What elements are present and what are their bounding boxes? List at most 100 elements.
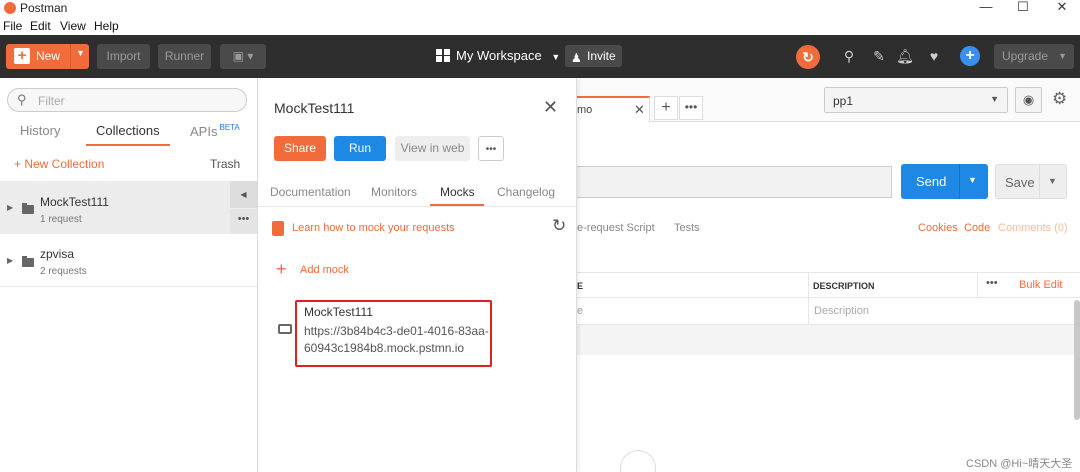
run-button[interactable]: Run (334, 136, 386, 161)
workspace-grid-icon (436, 49, 450, 62)
share-button[interactable]: Share (274, 136, 326, 161)
upgrade-button[interactable]: Upgrade ▼ (994, 44, 1074, 69)
caret-right-icon[interactable]: ▶ (7, 203, 13, 212)
save-label: Save (1005, 175, 1035, 190)
upgrade-label: Upgrade (1002, 49, 1049, 63)
window-titlebar: Postman — ☐ ✕ (0, 0, 1080, 18)
chevron-down-icon: ▼ (1058, 51, 1067, 61)
tab-collections[interactable]: Collections (96, 123, 160, 138)
send-button[interactable]: Send ▼ (901, 164, 988, 199)
chevron-down-icon[interactable]: ▼ (76, 48, 85, 58)
learn-mock-link[interactable]: Learn how to mock your requests (292, 222, 455, 234)
tab-apis[interactable]: APIs BETA (190, 123, 240, 139)
chevron-down-icon[interactable]: ▼ (1048, 176, 1057, 186)
cookies-link[interactable]: Cookies (918, 222, 958, 234)
tab-more-icon[interactable]: ••• (679, 96, 703, 120)
gear-icon[interactable]: ⚙ (1052, 89, 1067, 109)
menu-view[interactable]: View (60, 19, 86, 33)
plus-icon: + (14, 48, 30, 64)
save-button[interactable]: Save ▼ (995, 164, 1067, 199)
workspace-label: My Workspace (456, 48, 542, 63)
tab-pre-request-script[interactable]: e-request Script (577, 222, 655, 234)
tab-documentation[interactable]: Documentation (270, 185, 351, 199)
send-label: Send (916, 174, 947, 189)
menu-edit[interactable]: Edit (30, 19, 51, 33)
table-row[interactable]: e Description (577, 298, 1080, 325)
filter-placeholder: Filter (38, 94, 65, 108)
create-plus-icon[interactable]: + (960, 46, 980, 66)
new-button-separator (70, 44, 71, 69)
panel-more-button[interactable]: ••• (478, 136, 504, 161)
refresh-icon[interactable]: ↻ (552, 216, 566, 236)
description-column-header: DESCRIPTION (813, 281, 875, 291)
code-link[interactable]: Code (964, 222, 990, 234)
empty-state-illustration (620, 450, 656, 472)
tab-mocks[interactable]: Mocks (440, 185, 475, 199)
eye-icon[interactable]: ◉ (1015, 87, 1042, 113)
collection-item[interactable]: ▶ MockTest111 1 request ◀ ••• (0, 181, 257, 234)
collection-request-count: 1 request (40, 214, 82, 225)
tab-tests[interactable]: Tests (674, 222, 700, 234)
collapse-arrow-icon[interactable]: ◀ (230, 181, 257, 208)
maximize-button[interactable]: ☐ (1005, 0, 1041, 18)
document-icon (272, 221, 284, 236)
collection-detail-panel: MockTest111 ✕ Share Run View in web ••• … (258, 78, 577, 472)
folder-icon (22, 203, 34, 214)
key-column-header: E (577, 281, 584, 291)
tab-monitors[interactable]: Monitors (371, 185, 417, 199)
chevron-down-icon[interactable]: ▼ (968, 175, 977, 185)
close-icon[interactable]: ✕ (543, 97, 558, 118)
runner-button[interactable]: Runner (158, 44, 211, 69)
folder-icon (22, 256, 34, 267)
params-table-header: E DESCRIPTION (577, 272, 1080, 299)
add-mock-button[interactable]: Add mock (300, 264, 349, 276)
url-input[interactable] (577, 166, 892, 198)
sidebar: ⚲ Filter History Collections APIs BETA + … (0, 78, 258, 472)
scrollbar[interactable] (1074, 300, 1080, 420)
environment-select[interactable]: pp1 ▼ (824, 87, 1008, 113)
menu-file[interactable]: File (3, 19, 22, 33)
collection-name: MockTest111 (40, 195, 109, 209)
panel-title: MockTest111 (274, 100, 355, 116)
close-window-button[interactable]: ✕ (1044, 0, 1080, 18)
new-button[interactable]: + New ▼ (6, 44, 89, 69)
interceptor-icon[interactable]: ⚲ (840, 47, 858, 65)
new-button-label: New (36, 49, 61, 63)
save-separator (1039, 165, 1040, 198)
close-icon[interactable]: ✕ (634, 102, 645, 118)
menu-help[interactable]: Help (94, 19, 119, 33)
caret-right-icon[interactable]: ▶ (7, 256, 13, 265)
send-separator (959, 164, 960, 199)
tab-history[interactable]: History (20, 123, 60, 138)
request-tab[interactable]: mo ✕ (577, 96, 650, 122)
tab-changelog[interactable]: Changelog (497, 185, 555, 199)
tab-divider (258, 206, 576, 207)
new-window-icon: ▣ ▾ (232, 49, 254, 63)
workspace-switcher[interactable]: My Workspace ▼ (436, 48, 560, 63)
search-icon: ⚲ (17, 92, 27, 107)
column-separator (808, 273, 809, 299)
new-window-button[interactable]: ▣ ▾ (220, 44, 266, 69)
new-collection-button[interactable]: + New Collection (14, 157, 104, 171)
collection-more-icon[interactable]: ••• (230, 209, 257, 234)
table-more-icon[interactable]: ••• (986, 277, 998, 289)
notification-bell-icon[interactable]: 🔔︎ (896, 47, 914, 65)
invite-button[interactable]: ♟ Invite (565, 45, 622, 67)
watermark: CSDN @Hi~晴天大圣 (966, 458, 1073, 470)
highlight-box (295, 300, 492, 367)
invite-label: Invite (587, 49, 616, 63)
heart-icon[interactable]: ♥ (925, 47, 943, 65)
sync-icon[interactable]: ↻ (796, 45, 820, 69)
plus-icon[interactable]: + (276, 259, 287, 280)
comments-link[interactable]: Comments (0) (998, 222, 1068, 234)
bulk-edit-link[interactable]: Bulk Edit (1019, 279, 1062, 291)
add-tab-button[interactable]: + (654, 96, 678, 120)
collection-item[interactable]: ▶ zpvisa 2 requests (0, 234, 257, 287)
view-in-web-button[interactable]: View in web (395, 136, 470, 161)
trash-link[interactable]: Trash (210, 157, 240, 171)
main-toolbar: + New ▼ Import Runner ▣ ▾ My Workspace ▼… (0, 35, 1080, 78)
minimize-button[interactable]: — (968, 0, 1004, 18)
import-button[interactable]: Import (97, 44, 150, 69)
settings-wrench-icon[interactable]: ✎ (870, 47, 888, 65)
filter-input[interactable]: ⚲ Filter (7, 88, 247, 112)
